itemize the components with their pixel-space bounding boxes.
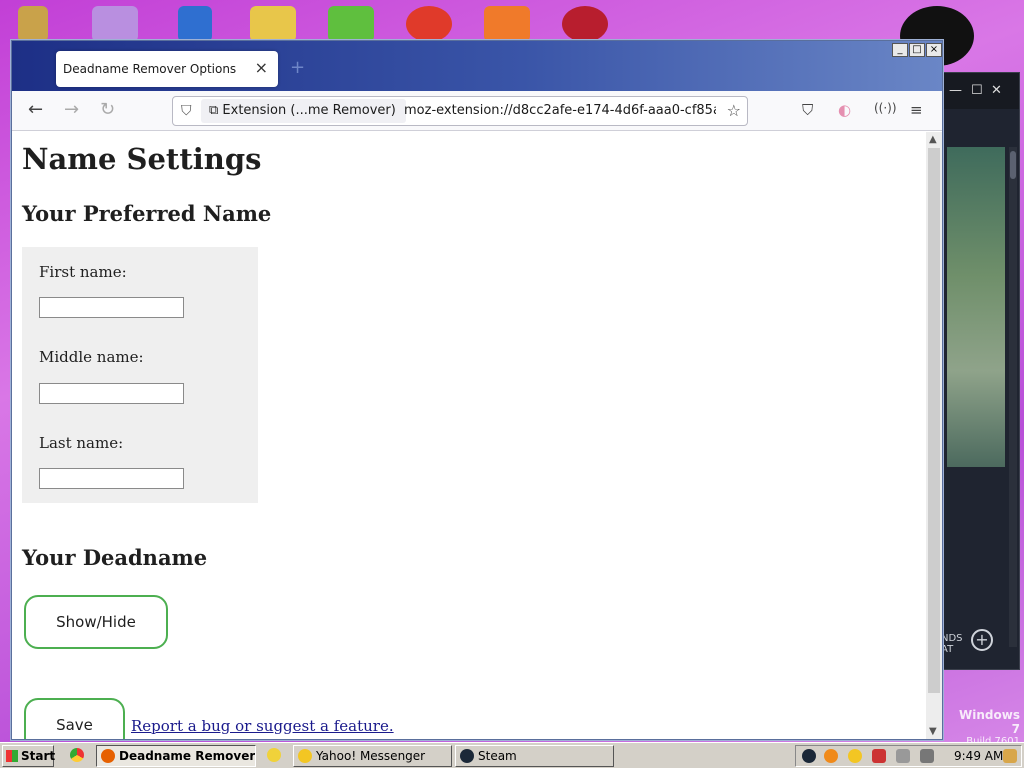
url-bar[interactable]: ⛉ ⧉ Extension (...me Remover) moz-extens…: [172, 96, 748, 126]
messenger-tray-icon[interactable]: [848, 749, 862, 763]
desktop-icon-xampp[interactable]: [484, 6, 530, 42]
forward-icon[interactable]: →: [64, 99, 79, 120]
firefox-icon: [101, 749, 115, 763]
tab-deadname-remover-options[interactable]: Deadname Remover Options ×: [56, 51, 278, 87]
deadname-heading: Your Deadname: [22, 545, 208, 570]
security-tray-icon[interactable]: [872, 749, 886, 763]
search-tray-icon[interactable]: [824, 749, 838, 763]
clock[interactable]: 9:49 AM: [954, 749, 1003, 763]
flag-icon[interactable]: ◐: [838, 101, 851, 119]
os-brand: Windows 7: [959, 708, 1020, 736]
puzzle-icon: ⧉: [209, 103, 223, 118]
browser-titlebar: Deadname Remover Options × + _ □ ×: [12, 41, 942, 91]
last-name-label: Last name:: [39, 434, 124, 452]
maximize-icon[interactable]: ☐: [971, 83, 983, 98]
scroll-down-icon[interactable]: ▼: [929, 726, 937, 737]
back-icon[interactable]: ←: [28, 99, 43, 120]
save-button[interactable]: Save: [24, 698, 125, 739]
taskbar-item-steam[interactable]: Steam: [455, 745, 614, 767]
browser-window: Deadname Remover Options × + _ □ × ← → ↻…: [11, 40, 943, 740]
maximize-button[interactable]: □: [909, 43, 925, 57]
desktop-icon-book[interactable]: [18, 6, 48, 42]
steam-tray-icon[interactable]: [802, 749, 816, 763]
add-friend-icon[interactable]: +: [971, 629, 993, 651]
desktop-icon-app-p[interactable]: [406, 6, 452, 42]
friends-chat-label[interactable]: NDS AT: [941, 633, 963, 655]
preferred-name-panel: First name: Middle name: Last name:: [22, 247, 258, 503]
yahoo-messenger-icon: [298, 749, 312, 763]
taskbar-item-yahoo-messenger[interactable]: Yahoo! Messenger: [293, 745, 452, 767]
menu-icon[interactable]: ≡: [910, 101, 923, 119]
desktop-icon-folder-yellow[interactable]: [250, 6, 296, 42]
shield-icon[interactable]: ⛉: [181, 103, 192, 119]
taskbar-item-firefox[interactable]: Deadname Remover ...: [96, 745, 256, 767]
preferred-name-heading: Your Preferred Name: [22, 201, 272, 226]
scroll-up-icon[interactable]: ▲: [929, 134, 937, 145]
taskbar: Start Deadname Remover ... Yahoo! Messen…: [0, 742, 1024, 768]
desktop-icon-app-blue[interactable]: [178, 6, 212, 42]
reload-icon[interactable]: ↻: [100, 99, 115, 120]
network-tray-icon[interactable]: [896, 749, 910, 763]
close-icon[interactable]: ×: [255, 58, 268, 77]
url-text[interactable]: moz-extension://d8cc2afe-e174-4d6f-aaa0-…: [404, 103, 716, 118]
steam-game-artwork[interactable]: [947, 147, 1005, 467]
page-scrollbar[interactable]: ▲ ▼: [926, 132, 942, 739]
start-button[interactable]: Start: [2, 745, 55, 767]
report-bug-link[interactable]: Report a bug or suggest a feature.: [131, 717, 394, 735]
chrome-icon[interactable]: [70, 748, 84, 762]
show-hide-button[interactable]: Show/Hide: [24, 595, 168, 649]
first-name-label: First name:: [39, 263, 127, 281]
site-identity[interactable]: ⧉ Extension (...me Remover): [201, 99, 406, 123]
volume-tray-icon[interactable]: [920, 749, 934, 763]
minimize-icon[interactable]: —: [949, 83, 962, 98]
last-name-field[interactable]: [39, 468, 184, 489]
scrollbar-thumb[interactable]: [928, 148, 940, 693]
desktop-icon-folder[interactable]: [92, 6, 138, 42]
pocket-icon[interactable]: ⛉: [802, 101, 813, 119]
tab-title: Deadname Remover Options: [63, 62, 237, 76]
bookmark-star-icon[interactable]: ☆: [727, 101, 741, 120]
plus-icon[interactable]: +: [290, 57, 305, 78]
sun-icon[interactable]: [267, 748, 281, 762]
extension-icon[interactable]: ((·)): [874, 101, 897, 115]
steam-icon: [460, 749, 474, 763]
page-title: Name Settings: [22, 142, 262, 176]
page-content: Name Settings Your Preferred Name First …: [12, 132, 926, 739]
close-icon[interactable]: ✕: [991, 83, 1002, 98]
desktop-icon-game-pig[interactable]: [328, 6, 374, 42]
steam-window-background: — ☐ ✕ NDS AT +: [940, 72, 1020, 670]
middle-name-field[interactable]: [39, 383, 184, 404]
close-button[interactable]: ×: [926, 43, 942, 57]
middle-name-label: Middle name:: [39, 348, 144, 366]
notification-tray-icon[interactable]: [1003, 749, 1017, 763]
steam-scrollbar[interactable]: [1009, 147, 1017, 647]
steam-window-titlebar: — ☐ ✕: [941, 73, 1019, 109]
first-name-field[interactable]: [39, 297, 184, 318]
nav-toolbar: ← → ↻ ⛉ ⧉ Extension (...me Remover) moz-…: [12, 91, 942, 131]
minimize-button[interactable]: _: [892, 43, 908, 57]
system-tray: 9:49 AM: [795, 745, 1022, 767]
desktop-icon-app-red[interactable]: [562, 6, 608, 42]
